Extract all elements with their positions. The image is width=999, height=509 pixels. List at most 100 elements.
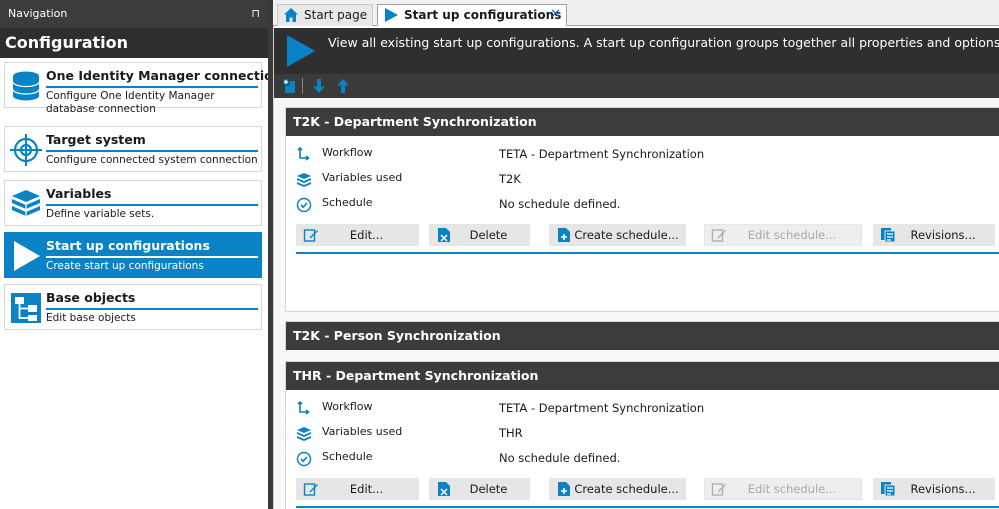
prop-schedule: Schedule No schedule defined. [286,194,999,216]
navigation-pane: Navigation ⊓ Configuration One Identity … [0,0,282,509]
prop-value: No schedule defined. [499,451,621,465]
move-up-icon[interactable] [335,78,351,94]
variables-icon [297,427,311,441]
home-icon [284,8,298,22]
banner-text: View all existing start up configuration… [328,35,999,50]
nav-item-description: Create start up configurations [46,260,204,272]
config-card-title[interactable]: T2K - Person Synchronization [286,322,999,350]
info-banner: View all existing start up configuration… [274,26,999,74]
navigation-header-label: Navigation [8,7,68,20]
prop-label: Variables used [322,171,403,184]
button-label: Create schedule... [574,482,679,496]
crosshair-icon [10,134,42,166]
move-down-icon[interactable] [311,78,327,94]
tab-start-page[interactable]: Start page [277,4,373,26]
nav-item-start-up-configurations[interactable]: Start up configurations Create start up … [4,232,262,278]
prop-label: Schedule [322,196,373,209]
revisions-button[interactable]: Revisions... [873,478,995,500]
play-icon [385,8,398,22]
tab-label: Start up configurations [404,8,562,22]
tab-strip: Start page Start up configurations ✕ [273,0,999,27]
play-icon [14,241,40,271]
nav-item-title: One Identity Manager connection [46,68,282,83]
config-card-title[interactable]: T2K - Department Synchronization [286,108,999,136]
nav-item-description: Define variable sets. [46,208,155,220]
config-card: T2K - Person Synchronization [285,321,999,350]
variables-icon [297,173,311,187]
prop-value: T2K [499,172,521,186]
prop-workflow: Workflow TETA - Department Synchronizati… [286,144,999,166]
nav-item-variables[interactable]: Variables Define variable sets. [4,180,262,226]
button-label: Edit... [349,482,384,496]
nav-item-one-identity-manager-connection[interactable]: One Identity Manager connection Configur… [4,62,282,115]
start-up-configurations-view: View all existing start up configuration… [273,26,999,509]
hierarchy-icon [11,293,41,323]
config-card: T2K - Department Synchronization Workflo… [285,107,999,312]
button-label: Delete [469,482,508,496]
prop-variables-used: Variables used THR [286,423,999,445]
create-schedule-button[interactable]: Create schedule... [549,478,686,500]
button-label: Edit schedule... [747,482,837,496]
toolbar-separator [302,78,303,94]
prop-value: No schedule defined. [499,197,621,211]
pin-icon[interactable]: ⊓ [251,0,260,28]
workflow-icon [297,401,310,415]
nav-item-title: Target system [46,132,146,147]
prop-label: Variables used [322,425,403,438]
tab-start-up-configurations[interactable]: Start up configurations ✕ [377,4,567,27]
nav-item-description: Configure connected system connection [46,154,258,166]
edit-button[interactable]: Edit... [296,224,419,246]
config-card: THR - Department Synchronization Workflo… [285,361,999,509]
prop-value: TETA - Department Synchronization [499,401,705,415]
schedule-check-icon [296,197,312,213]
edit-schedule-button[interactable]: Edit schedule... [704,478,862,500]
schedule-check-icon [296,451,312,467]
document-pane: Start page Start up configurations ✕ Vie… [273,0,999,509]
nav-item-underline [46,204,258,206]
button-label: Revisions... [910,228,976,242]
toolbar [274,74,999,98]
database-icon [12,71,40,101]
prop-label: Workflow [322,400,373,413]
nav-item-underline [46,86,258,88]
nav-item-underline [46,308,258,310]
nav-item-target-system[interactable]: Target system Configure connected system… [4,126,262,172]
card-divider [296,252,999,254]
nav-item-description: Edit base objects [46,312,136,324]
section-title: Configuration [0,28,268,58]
workflow-icon [297,147,310,161]
nav-item-base-objects[interactable]: Base objects Edit base objects [4,284,262,330]
nav-item-underline [46,150,258,152]
button-label: Edit schedule... [747,228,837,242]
navigation-header: Navigation ⊓ [0,0,268,28]
prop-label: Workflow [322,146,373,159]
prop-workflow: Workflow TETA - Department Synchronizati… [286,398,999,420]
nav-item-description: Configure One Identity Manager database … [46,90,215,115]
close-icon[interactable]: ✕ [550,5,561,25]
button-label: Edit... [349,228,384,242]
create-schedule-button[interactable]: Create schedule... [549,224,686,246]
cube-stack-icon [12,190,40,217]
tab-label: Start page [304,8,368,22]
prop-value: TETA - Department Synchronization [499,147,705,161]
prop-value: THR [499,426,523,440]
button-label: Revisions... [910,482,976,496]
prop-schedule: Schedule No schedule defined. [286,448,999,470]
new-config-icon[interactable] [282,78,298,94]
nav-item-title: Start up configurations [46,238,210,253]
edit-schedule-button[interactable]: Edit schedule... [704,224,862,246]
config-card-title[interactable]: THR - Department Synchronization [286,362,999,390]
nav-item-title: Variables [46,186,112,201]
nav-item-underline [46,256,258,258]
button-label: Delete [469,228,508,242]
delete-button[interactable]: Delete [429,224,530,246]
prop-label: Schedule [322,450,373,463]
card-divider [296,506,999,508]
prop-variables-used: Variables used T2K [286,169,999,191]
delete-button[interactable]: Delete [429,478,530,500]
nav-item-title: Base objects [46,290,136,305]
edit-button[interactable]: Edit... [296,478,419,500]
revisions-button[interactable]: Revisions... [873,224,995,246]
play-icon [287,35,315,67]
button-label: Create schedule... [574,228,679,242]
